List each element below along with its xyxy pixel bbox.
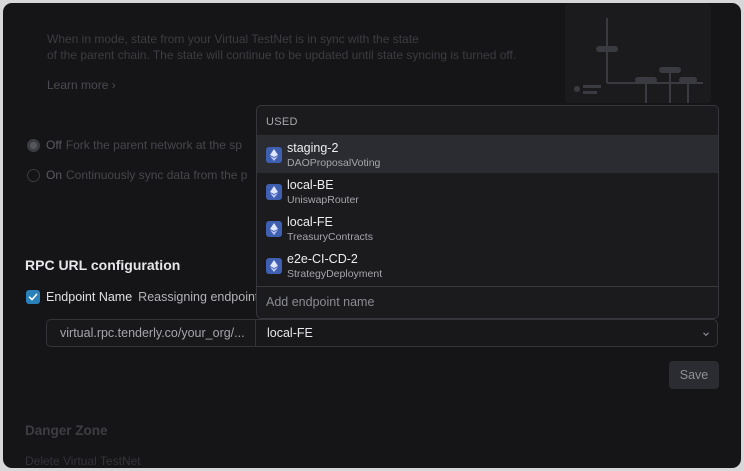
modal-frame: When in mode, state from your Virtual Te… <box>0 0 744 471</box>
dropdown-item-name: local-BE <box>287 178 334 192</box>
learn-more-link[interactable]: Learn more › <box>47 78 116 92</box>
endpoint-name-text: Endpoint Name <box>46 290 133 304</box>
dropdown-item-name: e2e-CI-CD-2 <box>287 252 358 266</box>
dropdown-item-contract: TreasuryContracts <box>287 231 373 243</box>
chevron-right-icon: › <box>111 78 116 92</box>
learn-more-label: Learn more <box>47 78 109 92</box>
sync-description-line-2: of the parent chain. The state will cont… <box>47 48 517 62</box>
save-button[interactable]: Save <box>669 361 719 389</box>
dropdown-item-name: local-FE <box>287 215 333 229</box>
dropdown-item-contract: UniswapRouter <box>287 194 359 206</box>
dropdown-header: USED <box>257 106 718 136</box>
fork-on-name: On <box>46 168 63 182</box>
fork-off-radio[interactable] <box>27 139 40 152</box>
fork-off-desc: Fork the parent network at the sp <box>65 138 242 152</box>
rpc-section-title: RPC URL configuration <box>25 257 181 273</box>
endpoint-name-checkbox[interactable] <box>26 290 40 304</box>
modal-content: When in mode, state from your Virtual Te… <box>3 3 741 468</box>
danger-zone-subtitle: Delete Virtual TestNet <box>25 454 141 468</box>
ethereum-icon <box>266 184 282 200</box>
endpoint-dropdown: USED staging-2 DAOProposalVoting local-B… <box>256 105 719 319</box>
ethereum-icon <box>266 221 282 237</box>
sync-description-line-1: When in mode, state from your Virtual Te… <box>47 32 419 46</box>
dropdown-item-staging-2[interactable]: staging-2 DAOProposalVoting <box>257 136 718 173</box>
dropdown-item-contract: StrategyDeployment <box>287 268 383 280</box>
dropdown-item-local-be[interactable]: local-BE UniswapRouter <box>257 173 718 210</box>
fork-off-label: Off Fork the parent network at the sp <box>46 138 242 152</box>
rpc-url-field: virtual.rpc.tenderly.co/your_org/... loc… <box>46 319 718 347</box>
check-icon <box>28 293 38 301</box>
fork-on-label: On Continuously sync data from the p <box>46 168 247 182</box>
chevron-down-icon[interactable] <box>702 330 710 338</box>
add-endpoint-input[interactable]: Add endpoint name <box>257 286 718 318</box>
fork-on-radio[interactable] <box>27 169 40 182</box>
ethereum-icon <box>266 147 282 163</box>
dropdown-item-local-fe[interactable]: local-FE TreasuryContracts <box>257 210 718 247</box>
url-divider <box>255 320 256 346</box>
dropdown-item-contract: DAOProposalVoting <box>287 157 381 169</box>
dropdown-item-e2e-ci-cd-2[interactable]: e2e-CI-CD-2 StrategyDeployment <box>257 247 718 284</box>
sync-illustration-icon <box>565 3 711 103</box>
endpoint-hint: Reassigning endpoint <box>138 290 259 304</box>
danger-zone-title: Danger Zone <box>25 423 108 438</box>
endpoint-select[interactable]: local-FE <box>267 326 313 340</box>
endpoint-name-label: Endpoint Name Reassigning endpoint <box>46 290 258 304</box>
rpc-url-prefix: virtual.rpc.tenderly.co/your_org/... <box>60 326 245 340</box>
fork-on-desc: Continuously sync data from the p <box>66 168 248 182</box>
fork-off-name: Off <box>46 138 62 152</box>
dropdown-item-name: staging-2 <box>287 141 339 155</box>
ethereum-icon <box>266 258 282 274</box>
